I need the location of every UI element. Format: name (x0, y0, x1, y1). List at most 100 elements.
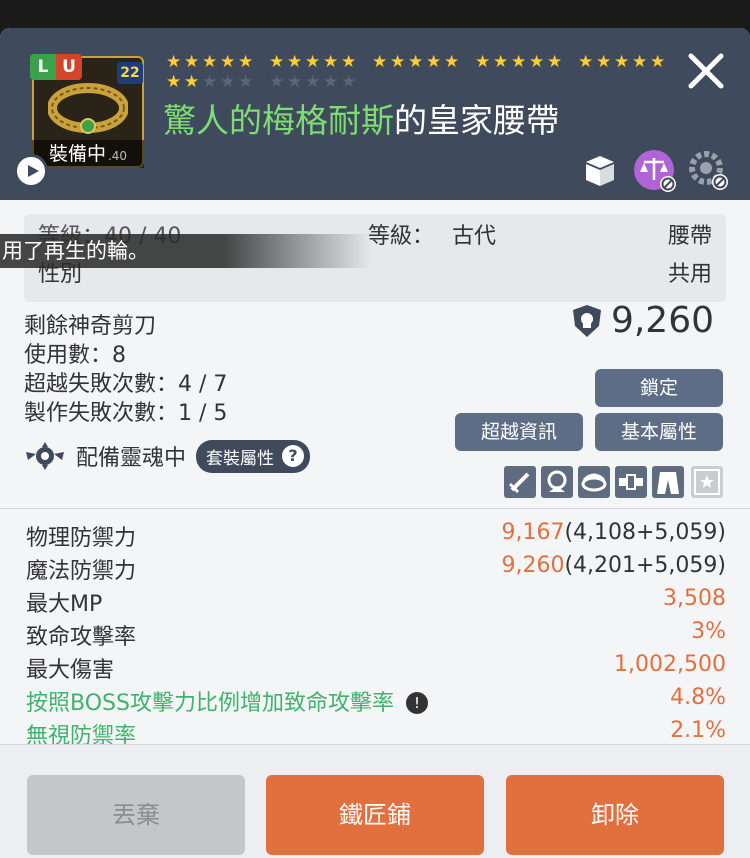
base-attr-button[interactable]: 基本屬性 (595, 413, 723, 451)
star-lit-icon: ★ (511, 52, 527, 72)
star-group: ★ ★ ★ ★ ★ (166, 74, 255, 94)
stat-value: 9,260(4,201+5,059) (501, 553, 726, 578)
item-header: L U 22 裝備中 .40 ★ ★ ★ ★ ★ ★ ★ ★ ★ ★ ★ ★ ★ ★ ★ ★ ★ ★ ★ ★ ★ ★ ★ ★ ★ ★… (0, 28, 750, 200)
soul-label: 配備靈魂中 (76, 446, 187, 471)
stat-value-total: 3,508 (663, 586, 726, 611)
pants-icon (657, 472, 679, 494)
star-lit-icon: ★ (184, 52, 200, 72)
equipped-label: 裝備中 .40 (32, 140, 144, 168)
star-lit-icon: ★ (596, 52, 612, 72)
set-slot-belt[interactable] (615, 466, 647, 498)
belt-icon (48, 83, 128, 134)
star-lit-icon: ★ (341, 52, 357, 72)
star-lit-icon: ★ (529, 52, 545, 72)
stat-value-total: 9,167 (501, 520, 565, 545)
star-lit-icon: ★ (220, 52, 236, 72)
star-group: ★ ★ ★ ★ ★ (372, 54, 461, 74)
star-lit-icon: ★ (287, 52, 303, 72)
scale-lock-icon[interactable] (632, 148, 676, 192)
star-lit-icon: ★ (614, 52, 630, 72)
stat-name: 按照BOSS攻擊力比例增加致命攻擊率 (26, 691, 394, 716)
unique-badge: U (56, 54, 82, 80)
gender-value: 共用 (667, 262, 712, 287)
stat-value-total: 2.1% (670, 718, 726, 743)
star-unlit-icon: ★ (202, 72, 218, 92)
star-row: ★ ★ ★ ★ ★ ★ ★ ★ ★ ★ ★ ★ ★ ★ ★ ★ ★ ★ ★ ★ ★ ★ ★ ★ ★ (166, 52, 665, 74)
stat-name: 致命攻擊率 (26, 625, 137, 650)
set-attr-button[interactable]: 套裝屬性 ? (196, 439, 311, 473)
stat-row: 魔法防禦力 9,260(4,201+5,059) (26, 553, 726, 586)
star-unlit-icon: ★ (323, 72, 339, 92)
star-lit-icon: ★ (426, 52, 442, 72)
item-title: 驚人的梅格耐斯的皇家腰帶 (163, 94, 559, 142)
belt-slot-icon (619, 474, 643, 490)
unequip-button[interactable]: 卸除 (506, 775, 724, 855)
set-slot-empty[interactable] (691, 466, 723, 498)
star-group: ★ ★ ★ ★ ★ (269, 74, 358, 94)
shoulder-icon (581, 473, 607, 492)
item-counters: 剩餘神奇剪刀 使用數：8 超越失敗次數：4 / 7 製作失敗次數：1 / 5 (24, 312, 227, 428)
star-unlit-icon: ★ (287, 72, 303, 92)
stat-name: 最大傷害 (26, 658, 115, 683)
star-lit-icon: ★ (408, 52, 424, 72)
stat-row: 按照BOSS攻擊力比例增加致命攻擊率! 4.8% (26, 685, 726, 718)
star-lit-icon: ★ (578, 52, 594, 72)
soul-icon (26, 442, 64, 470)
craft-fail-count: 製作失敗次數：1 / 5 (24, 401, 228, 426)
use-count: 使用數：8 (24, 343, 126, 368)
play-icon (28, 165, 39, 177)
stat-value-total: 4.8% (670, 685, 726, 710)
star-placeholder-icon (694, 469, 720, 495)
info-icon[interactable]: ! (405, 692, 428, 714)
close-icon[interactable] (683, 48, 729, 94)
star-unlit-icon: ★ (305, 72, 321, 92)
set-slot-pants[interactable] (652, 466, 684, 498)
star-group: ★ ★ ★ ★ ★ (166, 54, 255, 74)
stat-value: 9,167(4,108+5,059) (501, 520, 726, 545)
value-amount: 9,260 (610, 300, 714, 341)
star-row: ★ ★ ★ ★ ★ ★ ★ ★ ★ ★ (166, 74, 566, 94)
star-lit-icon: ★ (390, 52, 406, 72)
transcend-info-button[interactable]: 超越資訊 (455, 413, 583, 451)
help-icon: ? (282, 445, 305, 467)
star-force-stars: ★ ★ ★ ★ ★ ★ ★ ★ ★ ★ ★ ★ ★ ★ ★ ★ ★ ★ ★ ★ ★ ★ ★ ★ ★ ★ ★ ★ ★ ★ ★ ★ ★ ★ ★ (166, 52, 665, 94)
stat-row: 物理防禦力 9,167(4,108+5,059) (26, 520, 726, 553)
stat-value: 3,508 (663, 586, 726, 611)
star-unlit-icon: ★ (341, 72, 357, 92)
star-lit-icon: ★ (323, 52, 339, 72)
discard-button[interactable]: 丟棄 (27, 775, 245, 855)
set-slot-weapon[interactable] (504, 466, 536, 498)
stat-value: 4.8% (670, 685, 726, 710)
scissors-remaining: 剩餘神奇剪刀 (24, 314, 157, 339)
set-slot-shoulder[interactable] (578, 466, 610, 498)
transcend-fail-count: 超越失敗次數：4 / 7 (24, 372, 228, 397)
stat-value: 3% (691, 619, 726, 644)
stat-value-total: 3% (691, 619, 726, 644)
star-lit-icon: ★ (184, 72, 200, 92)
star-unlit-icon: ★ (220, 72, 236, 92)
item-title-name: 的皇家腰帶 (394, 101, 559, 140)
helmet-icon (547, 470, 567, 492)
stat-breakdown: (4,108+5,059) (564, 520, 726, 545)
box-open-icon[interactable] (578, 148, 622, 192)
preview-play-button[interactable] (14, 154, 48, 188)
stat-name: 最大MP (26, 592, 103, 617)
stats-divider (0, 508, 750, 509)
toast-message: 用了再生的輪。 (0, 234, 372, 268)
star-unlit-icon: ★ (269, 72, 285, 92)
lock-button[interactable]: 鎖定 (595, 369, 723, 407)
set-slot-armor[interactable] (541, 466, 573, 498)
shield-skull-icon (572, 304, 601, 337)
item-detail-content: 等級：40 / 40 等級： 古代 腰帶 性別 共用 用了再生的輪。 剩餘神奇剪… (0, 200, 750, 782)
stat-name: 物理防禦力 (26, 526, 137, 551)
star-lit-icon: ★ (372, 52, 388, 72)
star-lit-icon: ★ (202, 52, 218, 72)
gear-lock-icon[interactable] (686, 148, 730, 192)
item-level-badge: 22 (117, 62, 143, 84)
legendary-badge: L (30, 54, 56, 80)
star-lit-icon: ★ (269, 52, 285, 72)
star-lit-icon: ★ (166, 52, 182, 72)
blacksmith-button[interactable]: 鐵匠鋪 (266, 775, 484, 855)
star-group: ★ ★ ★ ★ ★ (475, 54, 564, 74)
grade-value: 古代 (452, 224, 497, 249)
